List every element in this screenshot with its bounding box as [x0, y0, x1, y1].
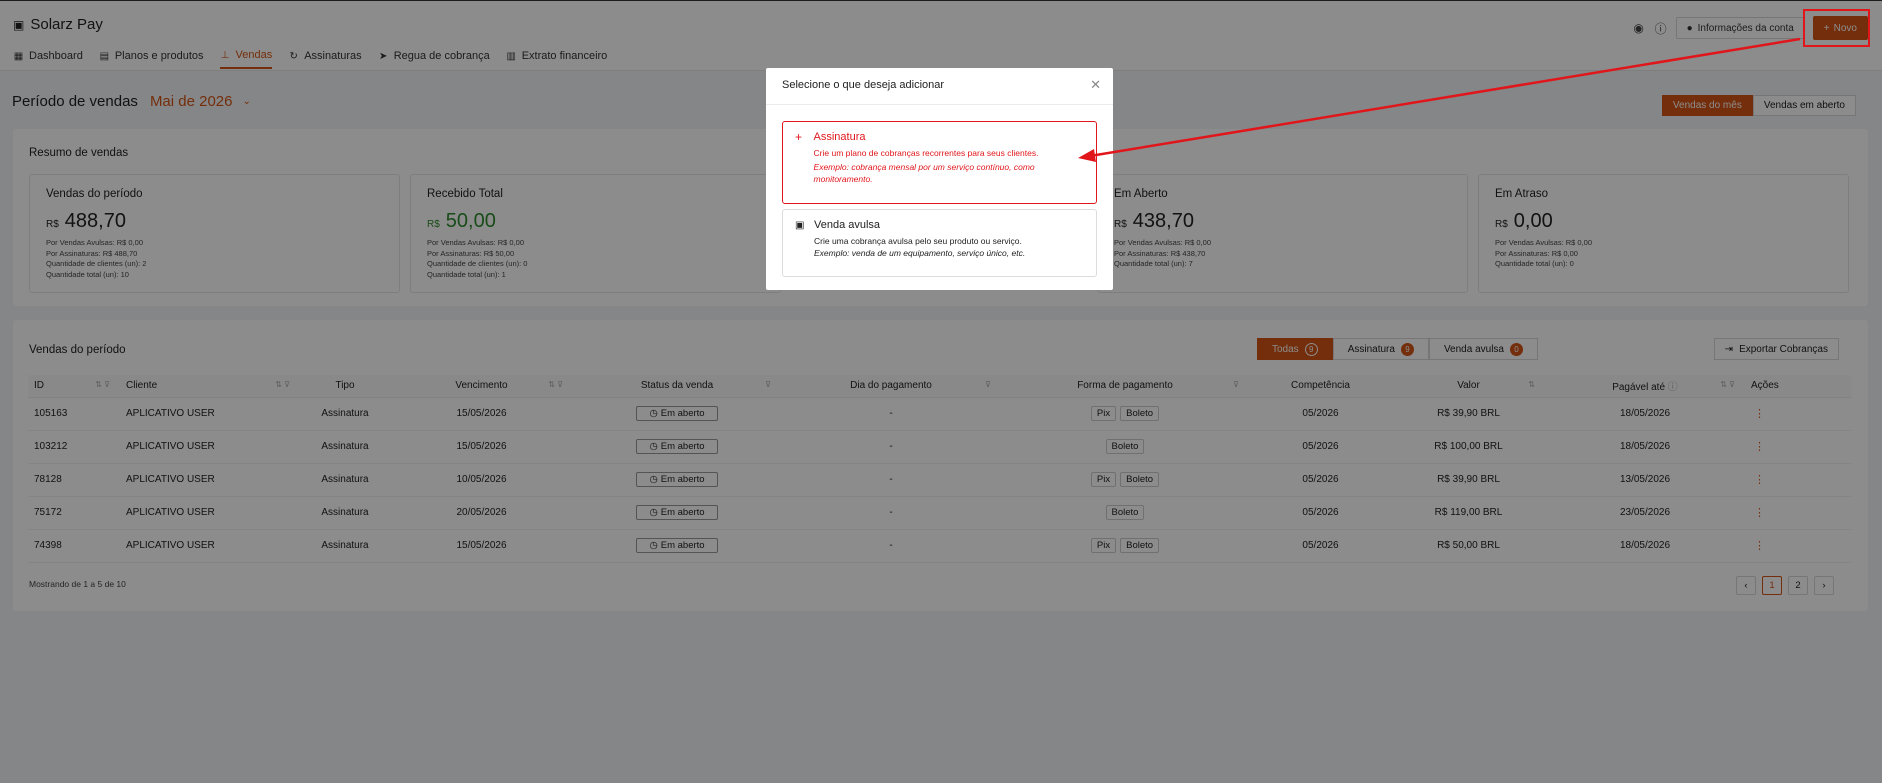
option-example: Exemplo: cobrança mensal por um serviço …: [813, 162, 1035, 184]
modal-divider: [766, 104, 1113, 105]
option-description: Crie um plano de cobranças recorrentes p…: [813, 148, 1039, 158]
option-assinatura[interactable]: + Assinatura Crie um plano de cobranças …: [782, 121, 1097, 204]
plus-icon: +: [795, 130, 803, 144]
option-title: Venda avulsa: [814, 219, 881, 231]
option-venda-avulsa[interactable]: ▣ Venda avulsa Crie uma cobrança avulsa …: [782, 209, 1097, 277]
option-description: Crie uma cobrança avulsa pelo seu produt…: [814, 236, 1022, 246]
option-title: Assinatura: [813, 131, 866, 143]
modal-title: Selecione o que deseja adicionar: [782, 79, 945, 91]
close-icon[interactable]: ✕: [1090, 77, 1101, 93]
add-item-modal: Selecione o que deseja adicionar ✕ + Ass…: [766, 68, 1113, 290]
single-sale-icon: ▣: [795, 220, 805, 231]
option-example: Exemplo: venda de um equipamento, serviç…: [814, 248, 1026, 258]
annotation-highlight-box: [1803, 9, 1870, 47]
